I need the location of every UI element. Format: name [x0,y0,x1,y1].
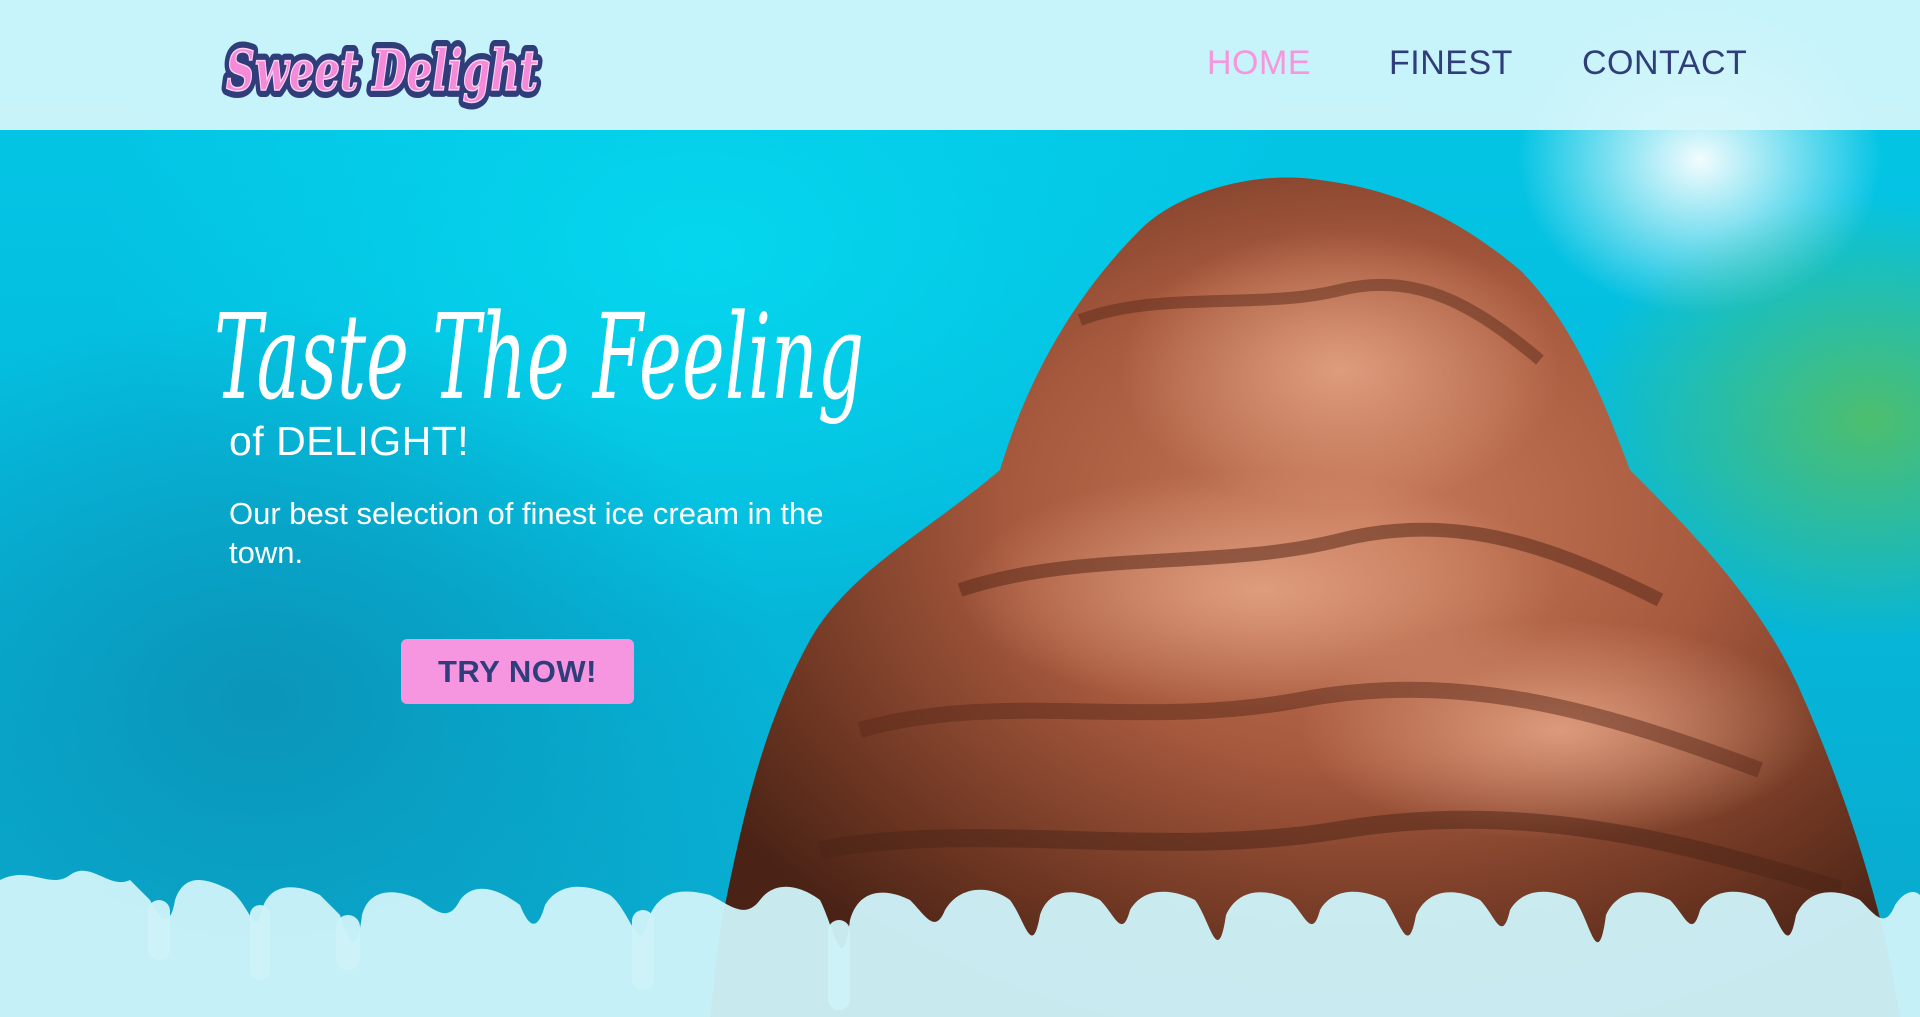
landing-page: Sweet Delight Sweet Delight HOME FINEST … [0,0,1920,1017]
hero-subheadline: of DELIGHT! [229,418,470,464]
drips-decoration [0,870,1920,1017]
svg-text:Taste The Feeling: Taste The Feeling [214,288,864,426]
site-header: Sweet Delight Sweet Delight HOME FINEST … [0,0,1920,130]
hero-description: Our best selection of finest ice cream i… [229,496,824,570]
nav-contact-link[interactable]: CONTACT [1582,44,1747,83]
nav-home-link[interactable]: HOME [1207,44,1311,83]
svg-text:Sweet Delight: Sweet Delight [226,38,538,104]
sweet-delight-logo[interactable]: Sweet Delight Sweet Delight [218,22,548,118]
try-now-button[interactable]: TRY NOW! [401,639,634,704]
hero-headline: Taste The Feeling [214,288,864,426]
nav-finest-link[interactable]: FINEST [1389,44,1513,83]
